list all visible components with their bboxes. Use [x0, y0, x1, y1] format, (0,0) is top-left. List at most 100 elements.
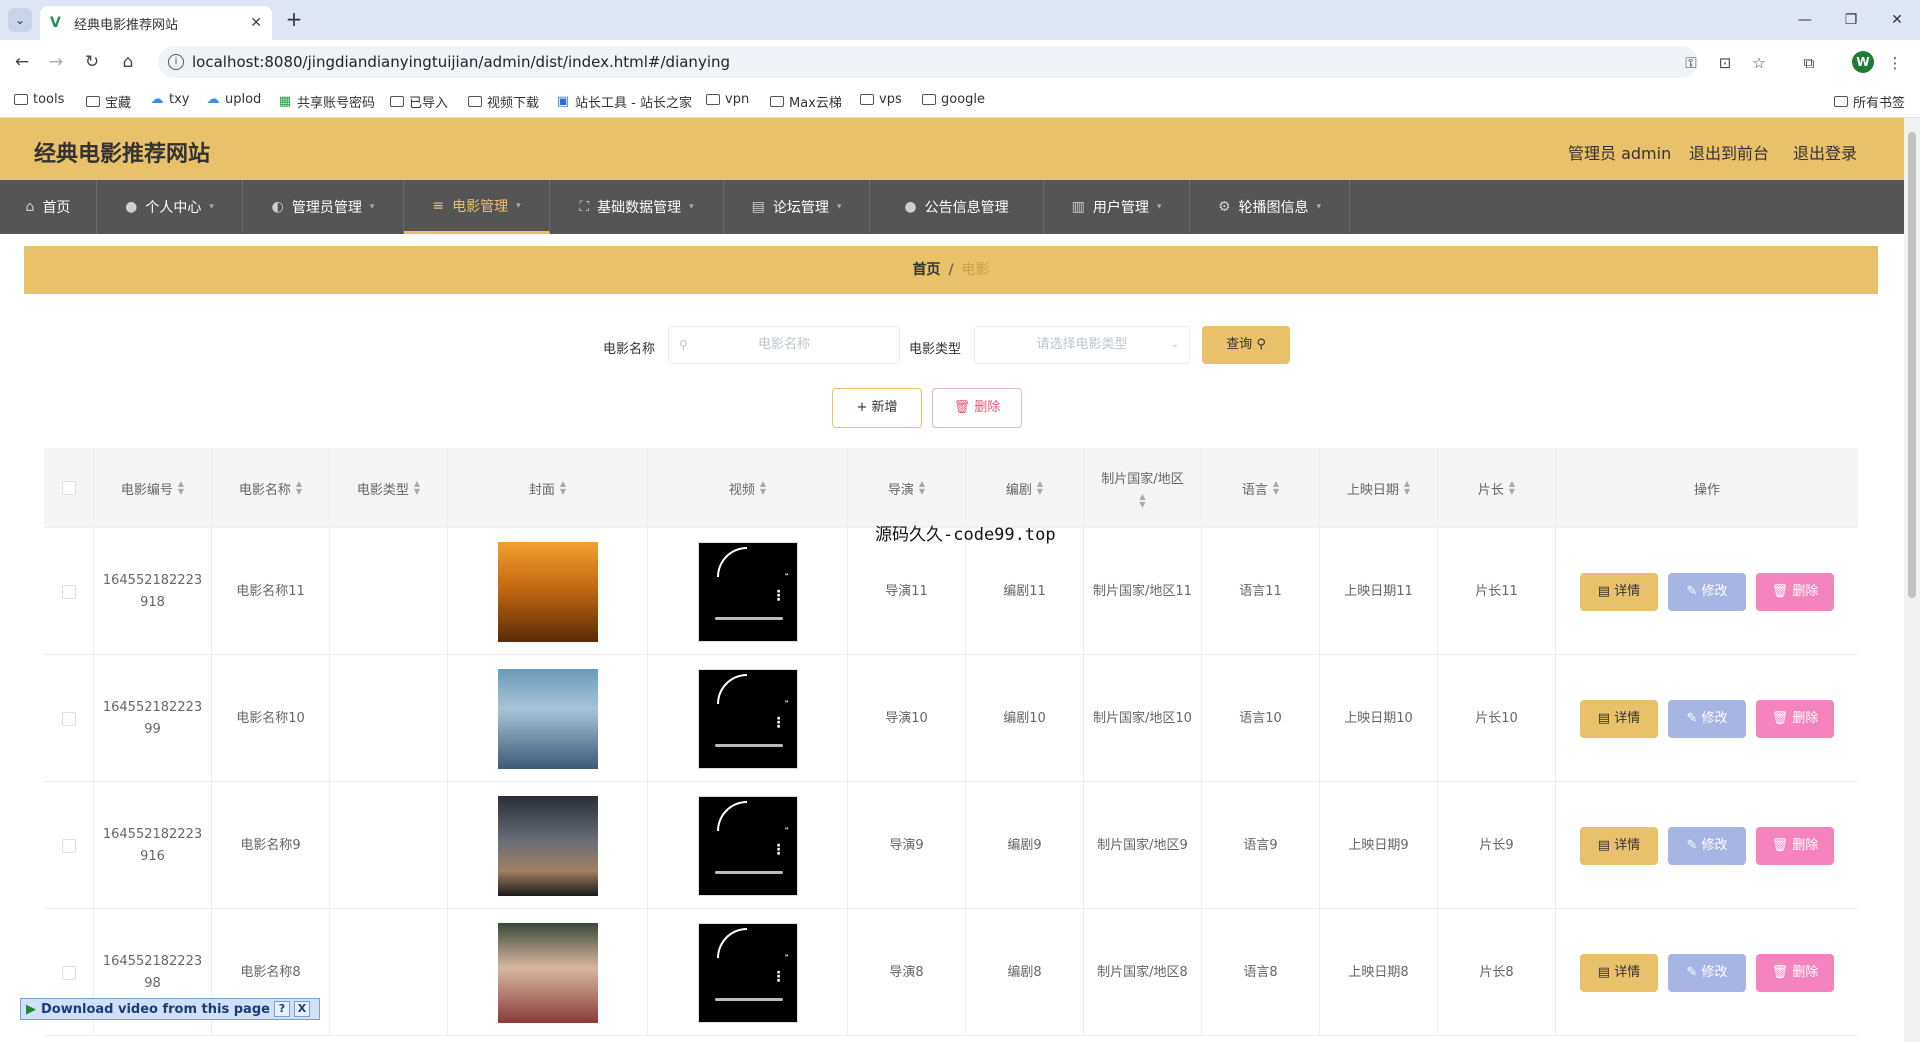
cover-image[interactable] [497, 541, 598, 642]
delete-button[interactable]: 🗑 删除 [1756, 953, 1834, 992]
row-checkbox[interactable] [61, 711, 76, 726]
bookmark-item[interactable]: vps [860, 92, 902, 107]
add-button[interactable]: + 新增 [832, 388, 922, 428]
bookmark-item[interactable]: Max云梯 [770, 92, 842, 111]
menu-dots-icon[interactable]: ⋮ [772, 712, 786, 734]
nav-item-carousel[interactable]: ⚙ 轮播图信息 ▾ [1190, 180, 1350, 234]
scroll-thumb[interactable] [1908, 132, 1916, 598]
extensions-icon[interactable]: ⧉ [1798, 52, 1820, 74]
breadcrumb-home[interactable]: 首页 [912, 262, 940, 278]
close-tab-icon[interactable]: ✕ [250, 15, 262, 31]
nav-item-home[interactable]: ⌂ 首页 [0, 180, 97, 234]
nav-item-admin-manage[interactable]: ◐ 管理员管理 ▾ [243, 180, 404, 234]
row-checkbox[interactable] [61, 965, 76, 980]
menu-dots-icon[interactable]: ⋮ [1884, 52, 1906, 74]
column-header[interactable]: 封面 ▲ ▼ [448, 448, 648, 528]
close-icon[interactable]: X [293, 1001, 310, 1017]
delete-button[interactable]: 🗑 删除 [1756, 699, 1834, 738]
column-header[interactable]: 电影名称 ▲ ▼ [212, 448, 330, 528]
video-progress-bar[interactable] [714, 870, 783, 874]
menu-dots-icon[interactable]: ⋮ [772, 966, 786, 988]
video-progress-bar[interactable] [714, 997, 783, 1001]
select-all-checkbox[interactable] [61, 481, 76, 495]
bookmark-item[interactable]: ▦ 共享账号密码 [278, 92, 375, 111]
detail-button[interactable]: ▤ 详情 [1580, 699, 1658, 738]
profile-avatar[interactable]: W [1852, 51, 1874, 73]
column-header[interactable]: 编剧 ▲ ▼ [966, 448, 1084, 528]
video-player[interactable]: ❝ ⋮ [697, 795, 798, 896]
bookmark-item[interactable]: 宝藏 [86, 92, 131, 111]
column-header[interactable]: 上映日期 ▲ ▼ [1320, 448, 1438, 528]
home-icon[interactable]: ⌂ [116, 50, 140, 74]
screenshot-icon[interactable]: ⊡ [1714, 52, 1736, 74]
bookmark-star-icon[interactable]: ☆ [1748, 52, 1770, 74]
nav-item-movie-manage[interactable]: ≡ 电影管理 ▾ [404, 180, 550, 234]
nav-item-base-data[interactable]: ⛶ 基础数据管理 ▾ [550, 180, 724, 234]
video-player[interactable]: ❝ ⋮ [697, 922, 798, 1023]
tab-search-icon[interactable]: ⌄ [8, 8, 32, 32]
column-header[interactable]: 导演 ▲ ▼ [848, 448, 966, 528]
bookmark-item[interactable]: ☁ txy [150, 92, 190, 107]
bookmark-item[interactable]: ▣ 站长工具 - 站长之家 [556, 92, 692, 111]
video-player[interactable]: ❝ ⋮ [697, 541, 798, 642]
detail-button[interactable]: ▤ 详情 [1580, 826, 1658, 865]
restore-icon[interactable]: ❐ [1836, 8, 1866, 32]
page-scrollbar[interactable] [1904, 118, 1920, 1042]
all-bookmarks[interactable]: 所有书签 [1834, 92, 1905, 111]
forward-arrow-icon[interactable]: → [44, 50, 68, 74]
download-video-label[interactable]: Download video from this page [41, 1002, 270, 1017]
bookmark-item[interactable]: google [922, 92, 985, 107]
nav-item-profile[interactable]: ● 个人中心 ▾ [97, 180, 243, 234]
cover-image[interactable] [497, 922, 598, 1023]
row-checkbox[interactable] [61, 584, 76, 599]
query-button[interactable]: 查询 ⚲ [1202, 326, 1290, 364]
minimize-icon[interactable]: — [1790, 8, 1820, 32]
key-icon[interactable]: ⚿ [1680, 52, 1702, 74]
cover-image[interactable] [497, 795, 598, 896]
menu-dots-icon[interactable]: ⋮ [772, 839, 786, 861]
bookmark-item[interactable]: ☁ uplod [206, 92, 262, 107]
reload-icon[interactable]: ↻ [80, 50, 104, 74]
delete-button[interactable]: 🗑 删除 [1756, 826, 1834, 865]
column-header[interactable]: 电影编号 ▲ ▼ [94, 448, 212, 528]
edit-button[interactable]: ✎ 修改 [1668, 699, 1746, 738]
new-tab-plus-icon[interactable]: + [282, 8, 306, 32]
bookmark-item[interactable]: tools [14, 92, 64, 107]
nav-item-forum[interactable]: ▤ 论坛管理 ▾ [724, 180, 870, 234]
edit-button[interactable]: ✎ 修改 [1668, 953, 1746, 992]
help-icon[interactable]: ? [273, 1001, 290, 1017]
nav-item-users[interactable]: ▥ 用户管理 ▾ [1044, 180, 1190, 234]
batch-delete-button[interactable]: 🗑 删除 [932, 388, 1022, 428]
bookmark-item[interactable]: vpn [706, 92, 749, 107]
nav-item-notice[interactable]: ● 公告信息管理 [870, 180, 1044, 234]
movie-name-input[interactable]: ⚲ 电影名称 [668, 326, 900, 364]
video-progress-bar[interactable] [714, 616, 783, 620]
logout-link[interactable]: 退出登录 [1793, 140, 1857, 164]
breadcrumb-current: 电影 [961, 262, 990, 278]
detail-button[interactable]: ▤ 详情 [1580, 953, 1658, 992]
column-header[interactable]: 语言 ▲ ▼ [1202, 448, 1320, 528]
back-to-front-link[interactable]: 退出到前台 [1689, 140, 1769, 164]
column-header[interactable]: 制片国家/地区 ▲ ▼ [1084, 448, 1202, 528]
video-progress-bar[interactable] [714, 743, 783, 747]
cover-image[interactable] [497, 668, 598, 769]
site-info-icon[interactable]: i [168, 54, 184, 70]
column-header[interactable]: 片长 ▲ ▼ [1438, 448, 1556, 528]
browser-tab[interactable]: V 经典电影推荐网站 ✕ [40, 6, 272, 40]
row-checkbox[interactable] [61, 838, 76, 853]
movie-type-select[interactable]: 请选择电影类型 ⌄ [974, 326, 1190, 364]
back-arrow-icon[interactable]: ← [10, 50, 34, 74]
url-field[interactable]: i localhost:8080/jingdiandianyingtuijian… [158, 46, 1698, 78]
bookmark-item[interactable]: 视频下载 [468, 92, 539, 111]
bookmark-item[interactable]: 已导入 [390, 92, 448, 111]
window-close-icon[interactable]: ✕ [1882, 8, 1912, 32]
video-player[interactable]: ❝ ⋮ [697, 668, 798, 769]
delete-button[interactable]: 🗑 删除 [1756, 572, 1834, 611]
detail-button[interactable]: ▤ 详情 [1580, 572, 1658, 611]
column-header[interactable]: 视频 ▲ ▼ [648, 448, 848, 528]
edit-button[interactable]: ✎ 修改 [1668, 572, 1746, 611]
edit-button[interactable]: ✎ 修改 [1668, 826, 1746, 865]
menu-dots-icon[interactable]: ⋮ [772, 585, 786, 607]
download-video-bar[interactable]: ▶ Download video from this page ? X [20, 998, 320, 1020]
column-header[interactable]: 电影类型 ▲ ▼ [330, 448, 448, 528]
